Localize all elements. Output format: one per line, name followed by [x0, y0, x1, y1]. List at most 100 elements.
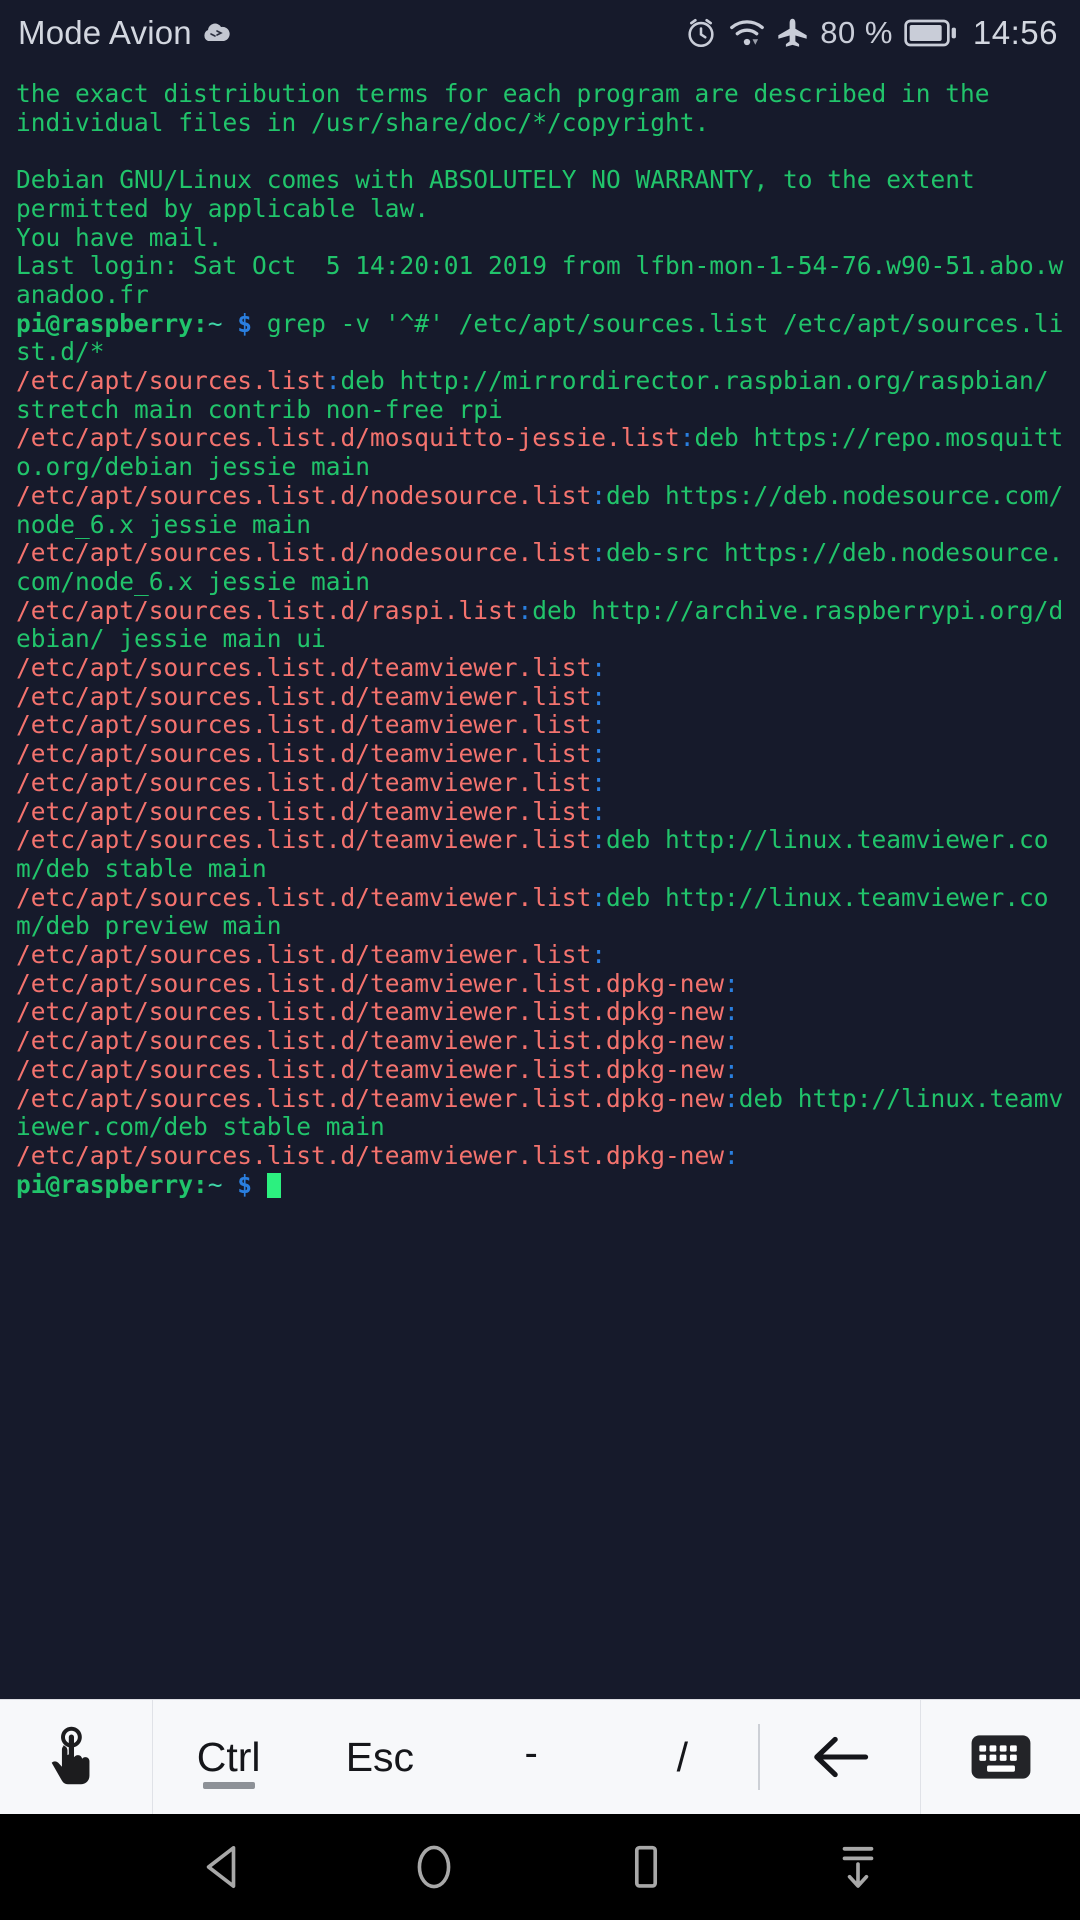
cloud-icon: [200, 21, 230, 45]
terminal-text: pi@raspberry:: [16, 1169, 208, 1199]
nav-home-button[interactable]: [328, 1841, 540, 1893]
key-esc[interactable]: Esc: [304, 1700, 455, 1814]
terminal-line: Debian GNU/Linux comes with ABSOLUTELY N…: [16, 165, 1064, 195]
show-keyboard-button[interactable]: [920, 1700, 1080, 1814]
terminal-key-toolbar: Ctrl Esc - /: [0, 1699, 1080, 1814]
terminal-line: /etc/apt/sources.list:deb http://mirrord…: [16, 366, 1064, 424]
keyboard-icon: [970, 1733, 1032, 1781]
terminal-text: :: [724, 1054, 739, 1084]
terminal-line: the exact distribution terms for each pr…: [16, 79, 1064, 109]
terminal-text: Last login: Sat Oct 5 14:20:01 2019 from…: [16, 251, 1064, 309]
status-bar-clock: 14:56: [972, 14, 1058, 51]
terminal-line: /etc/apt/sources.list.d/teamviewer.list:: [16, 796, 1064, 827]
terminal-line: /etc/apt/sources.list.d/teamviewer.list.…: [16, 1026, 1064, 1056]
terminal-text: :: [591, 681, 607, 711]
phone-screen: Mode Avion 80 % 14:56 the exact distribu…: [0, 0, 1080, 1920]
terminal-line: /etc/apt/sources.list.d/nodesource.list:…: [16, 480, 1064, 539]
terminal-line: pi@raspberry:~ $: [16, 1169, 1064, 1200]
terminal-line: /etc/apt/sources.list.d/teamviewer.list:: [16, 681, 1064, 712]
modifier-key-row: Ctrl Esc - /: [153, 1700, 920, 1814]
terminal-text: $: [237, 1169, 253, 1199]
airplane-mode-icon: [776, 16, 809, 50]
terminal-text: :: [591, 940, 607, 970]
terminal-text: /etc/apt/sources.list.d/teamviewer.list: [16, 882, 592, 912]
terminal-text: You have mail.: [16, 222, 223, 252]
touch-mode-button[interactable]: [0, 1700, 153, 1814]
key-slash-label: /: [676, 1733, 689, 1780]
terminal-text: Debian GNU/Linux comes with ABSOLUTELY N…: [16, 165, 975, 195]
terminal-text: pi@raspberry:: [16, 308, 208, 338]
terminal-line: /etc/apt/sources.list.d/teamviewer.list:…: [16, 882, 1064, 941]
terminal-text: /etc/apt/sources.list.d/teamviewer.list: [16, 710, 592, 740]
terminal-text: :: [591, 710, 607, 740]
android-navigation-bar: [0, 1814, 1080, 1920]
wifi-icon: [729, 17, 765, 49]
nav-home-circle-icon: [411, 1841, 457, 1893]
terminal-text: /etc/apt/sources.list.d/teamviewer.list.…: [16, 1054, 725, 1084]
terminal-line: /etc/apt/sources.list.d/teamviewer.list.…: [16, 1054, 1064, 1085]
key-esc-label: Esc: [345, 1733, 415, 1780]
terminal-line: /etc/apt/sources.list.d/teamviewer.list:: [16, 940, 1064, 970]
key-dash[interactable]: -: [456, 1700, 607, 1814]
terminal-text: /etc/apt/sources.list.d/teamviewer.list.…: [16, 997, 725, 1027]
terminal-text: ~: [207, 1169, 223, 1199]
terminal-text: :: [591, 796, 607, 826]
terminal-line: /etc/apt/sources.list.d/teamviewer.list:…: [16, 825, 1064, 883]
key-ctrl[interactable]: Ctrl: [153, 1700, 304, 1814]
terminal-text: /etc/apt/sources.list.d/teamviewer.list: [16, 825, 592, 855]
terminal-line: /etc/apt/sources.list.d/teamviewer.list:: [16, 767, 1064, 798]
terminal-text: permitted by applicable law.: [16, 193, 430, 223]
terminal-line: /etc/apt/sources.list.d/teamviewer.list:: [16, 653, 1064, 683]
key-dash-label: -: [524, 1731, 538, 1775]
terminal-text: ~: [207, 308, 223, 338]
terminal-line: pi@raspberry:~ $ grep -v '^#' /etc/apt/s…: [16, 308, 1064, 367]
terminal-text: /etc/apt/sources.list.d/teamviewer.list: [16, 767, 592, 797]
terminal-text: :: [591, 882, 607, 912]
terminal-output[interactable]: the exact distribution terms for each pr…: [0, 66, 1080, 1699]
terminal-text: :: [724, 1026, 739, 1056]
terminal-text: individual files in /usr/share/doc/*/cop…: [16, 107, 710, 137]
terminal-line: /etc/apt/sources.list.d/teamviewer.list:: [16, 711, 1064, 740]
terminal-text: /etc/apt/sources.list.d/nodesource.list: [16, 480, 592, 510]
key-ctrl-label: Ctrl: [196, 1733, 261, 1780]
key-slash[interactable]: /: [607, 1700, 758, 1814]
terminal-text: /etc/apt/sources.list.d/teamviewer.list: [16, 739, 592, 769]
key-ctrl-active-indicator: [202, 1782, 255, 1789]
terminal-line: /etc/apt/sources.list.d/teamviewer.list.…: [16, 968, 1064, 999]
terminal-line: /etc/apt/sources.list.d/teamviewer.list.…: [16, 1141, 1064, 1171]
terminal-text: /etc/apt/sources.list.d/nodesource.list: [16, 538, 592, 568]
terminal-line: individual files in /usr/share/doc/*/cop…: [16, 107, 1064, 138]
nav-recents-button[interactable]: [540, 1841, 752, 1893]
backspace-key[interactable]: [760, 1700, 920, 1814]
terminal-text: :: [591, 825, 607, 855]
terminal-text: /etc/apt/sources.list.d/teamviewer.list.…: [16, 1141, 725, 1170]
status-bar: Mode Avion 80 % 14:56: [0, 0, 1080, 66]
terminal-text: :: [591, 739, 607, 769]
terminal-text: /etc/apt/sources.list.d/mosquitto-jessie…: [16, 423, 680, 453]
terminal-text: :: [724, 1083, 739, 1113]
status-bar-icons: 80 % 14:56: [684, 14, 1058, 52]
nav-back-button[interactable]: [116, 1842, 328, 1892]
nav-recents-square-icon: [623, 1841, 669, 1893]
battery-icon: [904, 17, 958, 49]
terminal-text: /etc/apt/sources.list.d/teamviewer.list.…: [16, 968, 725, 998]
terminal-line: /etc/apt/sources.list.d/mosquitto-jessie…: [16, 424, 1064, 481]
terminal-line: /etc/apt/sources.list.d/nodesource.list:…: [16, 538, 1064, 596]
status-bar-title: Mode Avion: [18, 14, 192, 51]
nav-hide-bar-button[interactable]: [752, 1841, 964, 1893]
terminal-text: :: [325, 366, 341, 396]
terminal-line: /etc/apt/sources.list.d/raspi.list:deb h…: [16, 596, 1064, 654]
arrow-left-icon: [808, 1731, 872, 1783]
battery-percent: 80 %: [820, 15, 893, 50]
terminal-text: :: [591, 767, 607, 797]
terminal-text: :: [591, 653, 607, 683]
terminal-text: /etc/apt/sources.list: [16, 366, 326, 396]
terminal-text: /etc/apt/sources.list.d/teamviewer.list: [16, 653, 592, 683]
terminal-line: permitted by applicable law.: [16, 193, 1064, 224]
terminal-text: :: [724, 997, 739, 1027]
terminal-text: /etc/apt/sources.list.d/teamviewer.list: [16, 681, 592, 711]
terminal-text: $: [237, 308, 253, 338]
terminal-line: /etc/apt/sources.list.d/teamviewer.list.…: [16, 1083, 1064, 1142]
